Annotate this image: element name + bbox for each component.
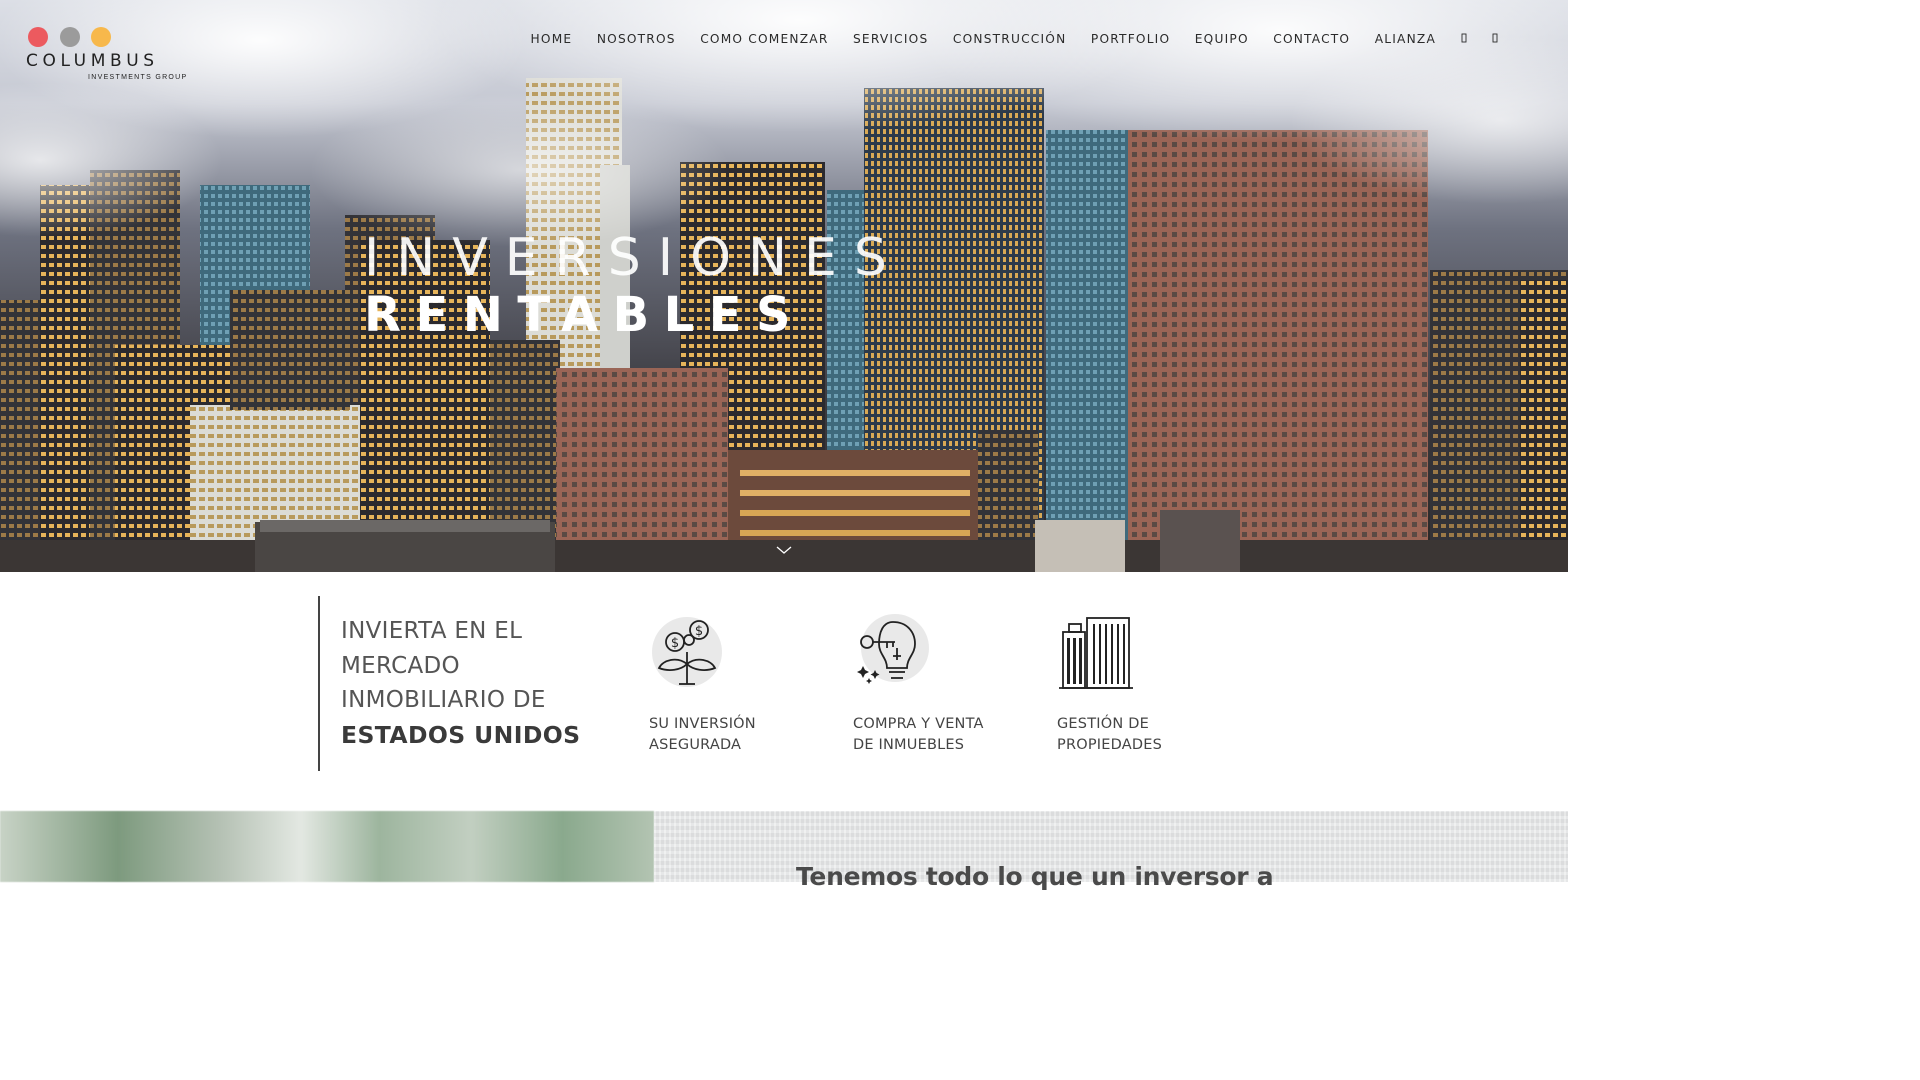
nav-equipo[interactable]: EQUIPO	[1195, 32, 1249, 46]
brand-logo[interactable]: COLUMBUS INVESTMENTS GROUP	[26, 26, 196, 84]
intro-text: INVIERTA EN EL MERCADO INMOBILIARIO DE E…	[341, 614, 621, 752]
logo-dot-red	[28, 27, 48, 47]
hero-heading: INVERSIONES RENTABLES	[364, 228, 904, 343]
bottom-photo	[0, 811, 654, 882]
nav-contacto[interactable]: CONTACTO	[1273, 32, 1350, 46]
scroll-down-chevron-icon[interactable]	[776, 543, 792, 555]
buildings-icon	[1059, 617, 1133, 689]
feature-investment-label: SU INVERSIÓN ASEGURADA	[649, 716, 756, 753]
feature-property-management-label: GESTIÓN DE PROPIEDADES	[1057, 716, 1162, 753]
feature-buy-sell[interactable]: COMPRA Y VENTA DE INMUEBLES	[853, 612, 1043, 755]
nav-alianza[interactable]: ALIANZA	[1375, 32, 1436, 46]
intro-line-2: MERCADO	[341, 652, 460, 679]
logo-wordmark: COLUMBUS	[26, 51, 159, 71]
cart-icon[interactable]	[1492, 33, 1498, 46]
bottom-heading: Tenemos todo lo que un inversor a	[796, 862, 1274, 891]
money-plant-icon: $ $	[652, 617, 722, 687]
hero-banner: COLUMBUS INVESTMENTS GROUP HOME NOSOTROS…	[0, 0, 1568, 572]
hero-heading-line1: INVERSIONES	[364, 228, 904, 288]
nav-portfolio[interactable]: PORTFOLIO	[1091, 32, 1170, 46]
intro-line-3: INMOBILIARIO DE	[341, 687, 546, 713]
logo-tagline: INVESTMENTS GROUP	[88, 74, 188, 81]
feature-buy-sell-label: COMPRA Y VENTA DE INMUEBLES	[853, 716, 984, 753]
nav-home[interactable]: HOME	[531, 32, 573, 46]
nav-servicios[interactable]: SERVICIOS	[853, 32, 928, 46]
hero-heading-line2: RENTABLES	[364, 287, 806, 343]
search-icon[interactable]	[1461, 33, 1467, 46]
intro-line-1: INVIERTA EN EL	[341, 618, 523, 644]
logo-dot-gray	[60, 27, 80, 47]
feature-property-management[interactable]: GESTIÓN DE PROPIEDADES	[1057, 612, 1247, 755]
nav-como-comenzar[interactable]: COMO COMENZAR	[700, 32, 828, 46]
svg-text:$: $	[695, 624, 703, 639]
nav-nosotros[interactable]: NOSOTROS	[597, 32, 676, 46]
intro-divider	[318, 596, 320, 771]
svg-text:$: $	[671, 636, 679, 651]
feature-investment[interactable]: $ $ SU INVERSIÓN ASEGURADA	[649, 612, 839, 755]
key-bulb-icon	[857, 614, 929, 684]
main-navigation: HOME NOSOTROS COMO COMENZAR SERVICIOS CO…	[506, 31, 1498, 47]
logo-dot-orange	[91, 27, 111, 47]
nav-construccion[interactable]: CONSTRUCCIÓN	[953, 32, 1067, 46]
intro-strong-line: ESTADOS UNIDOS	[341, 720, 581, 749]
